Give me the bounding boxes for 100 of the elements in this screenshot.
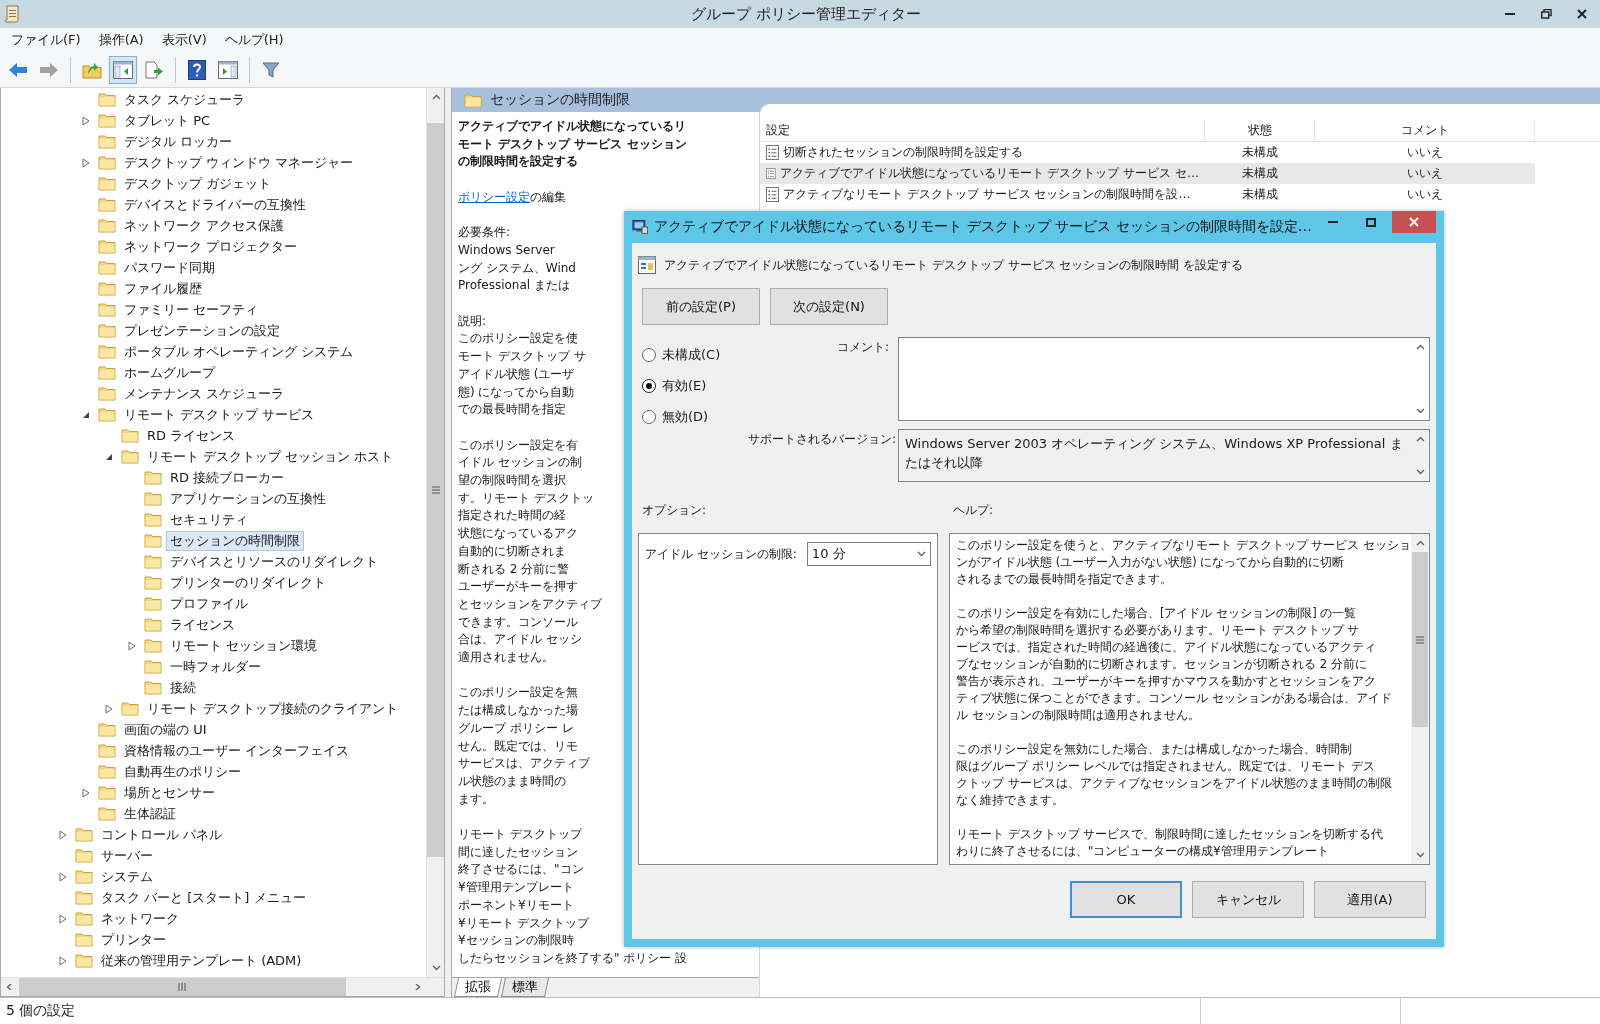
collapse-arrow-icon[interactable]	[82, 410, 90, 419]
tree-item[interactable]: アプリケーションの互換性	[166, 488, 330, 509]
tree-item[interactable]: リモート セッション環境	[166, 635, 322, 656]
expand-arrow-icon[interactable]	[105, 703, 113, 714]
tree-item[interactable]: プレゼンテーションの設定	[120, 320, 284, 341]
tree-item[interactable]: プロファイル	[166, 593, 252, 614]
tree-item[interactable]: ホームグループ	[120, 362, 219, 383]
tree-item[interactable]: サーバー	[97, 845, 157, 866]
expand-arrow-icon[interactable]	[59, 955, 67, 966]
radio-label[interactable]: 未構成(C)	[662, 346, 721, 364]
tree-item[interactable]: 生体認証	[120, 803, 180, 824]
tree-item[interactable]: RD 接続ブローカー	[166, 467, 289, 488]
scrollbar-thumb[interactable]	[19, 978, 346, 996]
column-header[interactable]: コメント	[1315, 120, 1535, 141]
edit-text: の編集	[530, 189, 566, 204]
view-tab[interactable]: 標準	[501, 978, 549, 997]
panel-icon	[113, 60, 133, 79]
menu-item[interactable]: 表示(V)	[152, 29, 216, 51]
folder-icon	[144, 596, 162, 611]
tree-toggle-button[interactable]	[109, 55, 137, 84]
expand-arrow-icon[interactable]	[82, 115, 90, 126]
tree-item[interactable]: メンテナンス スケジューラ	[120, 383, 289, 404]
menu-item[interactable]: 操作(A)	[89, 29, 153, 51]
radio-button[interactable]	[642, 379, 656, 393]
tree-item[interactable]: セッションの時間制限	[166, 530, 304, 551]
tree-item[interactable]: リモート デスクトップ接続のクライアント	[143, 698, 403, 719]
tree-item[interactable]: デスクトップ ガジェット	[120, 173, 276, 194]
tree-item[interactable]: コントロール パネル	[97, 824, 227, 845]
scrollbar-thumb[interactable]	[427, 123, 444, 857]
menu-item[interactable]: ヘルプ(H)	[215, 29, 293, 51]
expand-arrow-icon[interactable]	[128, 640, 136, 651]
vertical-scrollbar[interactable]	[426, 88, 444, 977]
expand-arrow-icon[interactable]	[82, 787, 90, 798]
scrollbar-thumb[interactable]	[1412, 552, 1428, 727]
settings-row[interactable]: アクティブでアイドル状態になっているリモート デスクトップ サービス セ… 未構成 いいえ	[760, 163, 1535, 184]
expand-arrow-icon[interactable]	[59, 829, 67, 840]
tree-item[interactable]: 従来の管理用テンプレート (ADM)	[97, 950, 306, 971]
idle-limit-select[interactable]: 10 分	[806, 542, 931, 566]
radio-label[interactable]: 有効(E)	[662, 377, 707, 395]
nav-button[interactable]: 前の設定(P)	[642, 288, 760, 325]
nav-button[interactable]: 次の設定(N)	[770, 288, 888, 325]
tree-item[interactable]: 接続	[166, 677, 200, 698]
tree-item[interactable]: ファイル履歴	[120, 278, 206, 299]
collapse-arrow-icon[interactable]	[105, 452, 113, 461]
tree-item[interactable]: ポータブル オペレーティング システム	[120, 341, 358, 362]
tree-item[interactable]: ファミリー セーフティ	[120, 299, 263, 320]
tree-item[interactable]: プリンター	[97, 929, 170, 950]
folder-icon	[144, 638, 162, 653]
tree-item[interactable]: ライセンス	[166, 614, 239, 635]
tree-item[interactable]: 場所とセンサー	[120, 782, 219, 803]
column-header[interactable]: 設定	[760, 120, 1205, 141]
tree-item[interactable]: パスワード同期	[120, 257, 219, 278]
menu-item[interactable]: ファイル(F)	[2, 29, 90, 51]
tree-item[interactable]: デバイスとリソースのリダイレクト	[166, 551, 382, 572]
radio-button[interactable]	[642, 348, 656, 362]
settings-row[interactable]: 切断されたセッションの制限時間を設定する 未構成 いいえ	[760, 142, 1535, 163]
tree-item[interactable]: デジタル ロッカー	[120, 131, 237, 152]
expand-arrow-icon[interactable]	[59, 871, 67, 882]
description-line: 適用されません。	[458, 649, 554, 667]
tree-item[interactable]: ネットワーク アクセス保護	[120, 215, 289, 236]
tree-item[interactable]: タスク バーと [スタート] メニュー	[97, 887, 310, 908]
view-tab[interactable]: 拡張	[454, 978, 502, 997]
dialog-button[interactable]: 適用(A)	[1314, 881, 1426, 918]
setting-name: 切断されたセッションの制限時間を設定する	[783, 144, 1023, 161]
tree-item[interactable]: 画面の端の UI	[120, 719, 211, 740]
policy-settings-link[interactable]: ポリシー設定	[458, 189, 530, 204]
tree-item[interactable]: RD ライセンス	[143, 425, 240, 446]
column-header[interactable]: 状態	[1205, 120, 1315, 141]
dialog-button[interactable]: OK	[1070, 881, 1182, 918]
dialog-button[interactable]: キャンセル	[1192, 881, 1304, 918]
tree-item[interactable]: タスク スケジューラ	[120, 89, 250, 110]
tree-item[interactable]: リモート デスクトップ サービス	[120, 404, 319, 425]
setting-state: 未構成	[1242, 144, 1278, 161]
tree-item[interactable]: リモート デスクトップ セッション ホスト	[143, 446, 398, 467]
setting-list-icon	[766, 145, 779, 160]
expand-arrow-icon[interactable]	[59, 913, 67, 924]
vertical-scrollbar[interactable]	[1411, 534, 1429, 864]
folder-icon	[98, 764, 116, 779]
tree-item[interactable]: システム	[97, 866, 157, 887]
tree-item[interactable]: 自動再生のポリシー	[120, 761, 245, 782]
tree-item[interactable]: ネットワーク	[97, 908, 183, 929]
description-line: 状態になっているアク	[458, 525, 578, 543]
help-text-line: このポリシー設定を使うと、アクティブなリモート デスクトップ サービス セッショ	[956, 537, 1411, 554]
grip-icon	[178, 983, 187, 991]
comment-field[interactable]	[898, 337, 1430, 421]
folder-icon	[144, 659, 162, 674]
radio-label[interactable]: 無効(D)	[662, 408, 709, 426]
tree-item[interactable]: 資格情報のユーザー インターフェイス	[120, 740, 354, 761]
settings-row[interactable]: アクティブなリモート デスクトップ サービス セッションの制限時間を設… 未構成 いいえ	[760, 184, 1535, 205]
expand-arrow-icon[interactable]	[82, 157, 90, 168]
tree-item[interactable]: タブレット PC	[120, 110, 215, 131]
tree-item[interactable]: 一時フォルダー	[166, 656, 265, 677]
description-line: 間に達したセッション	[458, 843, 578, 861]
tree-item[interactable]: プリンターのリダイレクト	[166, 572, 330, 593]
close-button[interactable]	[1392, 211, 1436, 233]
radio-button[interactable]	[642, 410, 656, 424]
tree-item[interactable]: ネットワーク プロジェクター	[120, 236, 302, 257]
tree-item[interactable]: セキュリティ	[166, 509, 252, 530]
tree-item[interactable]: デバイスとドライバーの互換性	[120, 194, 310, 215]
tree-item[interactable]: デスクトップ ウィンドウ マネージャー	[120, 152, 358, 173]
